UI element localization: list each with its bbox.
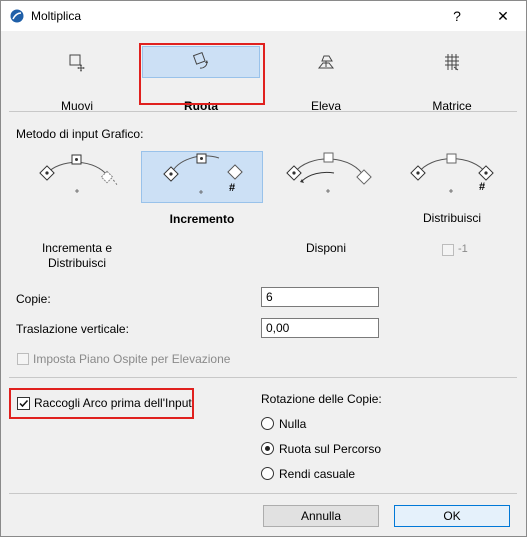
radio-label: Rendi casuale (279, 467, 356, 481)
tab-eleva[interactable]: Eleva (267, 43, 385, 113)
increment-distribute-icon (39, 154, 118, 193)
app-icon (10, 9, 24, 23)
radio-ruota-sul-percorso[interactable] (261, 442, 274, 455)
host-floor-label: Imposta Piano Ospite per Elevazione (33, 352, 231, 366)
minus-one-label: -1 (458, 243, 468, 255)
help-button[interactable]: ? (443, 5, 471, 27)
radio-selected-dot (265, 446, 270, 451)
elevate-icon (317, 55, 335, 69)
close-button[interactable]: ✕ (489, 5, 517, 27)
arrange-icon (286, 152, 372, 193)
radio-rendi-casuale[interactable] (261, 467, 274, 480)
radio-nulla[interactable] (261, 417, 274, 430)
collect-arc-checkbox[interactable] (17, 397, 30, 410)
checkmark-icon (19, 399, 29, 408)
radio-label: Ruota sul Percorso (279, 442, 382, 456)
mode-label: Distribuisci (422, 211, 481, 225)
vertical-offset-label: Traslazione verticale: (16, 322, 129, 336)
hash-mark: # (229, 182, 236, 194)
hash-mark: # (479, 181, 486, 193)
dialog-window: Moltiplica ? ✕ Muovi Ruota Eleva Matrice… (0, 0, 527, 537)
separator (9, 377, 517, 378)
dialog-client: Muovi Ruota Eleva Matrice Metodo di inpu… (1, 31, 526, 536)
copies-input[interactable] (261, 287, 379, 307)
mode-label: Incrementa e Distribuisci (41, 241, 113, 270)
rotation-label: Rotazione delle Copie: (261, 392, 382, 406)
collect-arc-label: Raccogli Arco prima dell'Input (34, 396, 192, 410)
mode-distribuisci[interactable]: # Distribuisci -1 (393, 151, 511, 259)
minus-one-checkbox[interactable] (442, 244, 454, 256)
mode-label: Disponi (305, 241, 347, 255)
mode-label: Incremento (169, 212, 235, 226)
copies-label: Copie: (16, 292, 51, 306)
title-bar: Moltiplica ? ✕ (1, 1, 526, 31)
window-title: Moltiplica (31, 9, 82, 23)
host-floor-checkbox[interactable] (17, 353, 29, 365)
ok-button[interactable]: OK (394, 505, 510, 527)
tab-muovi[interactable]: Muovi (18, 43, 136, 113)
separator (9, 111, 517, 112)
vertical-offset-input[interactable] (261, 318, 379, 338)
separator (9, 493, 517, 494)
tab-highlight-outline (139, 43, 265, 105)
input-method-label: Metodo di input Grafico: (16, 127, 144, 141)
mode-incremento[interactable]: # Incremento (141, 151, 263, 226)
matrix-icon (445, 54, 459, 71)
move-icon (69, 54, 85, 72)
tab-matrice[interactable]: Matrice (393, 43, 511, 113)
mode-incrementa-distribuisci[interactable]: Incrementa e Distribuisci (18, 151, 136, 270)
mode-disponi[interactable]: Disponi (267, 151, 385, 259)
radio-label: Nulla (279, 417, 307, 431)
cancel-button[interactable]: Annulla (263, 505, 379, 527)
